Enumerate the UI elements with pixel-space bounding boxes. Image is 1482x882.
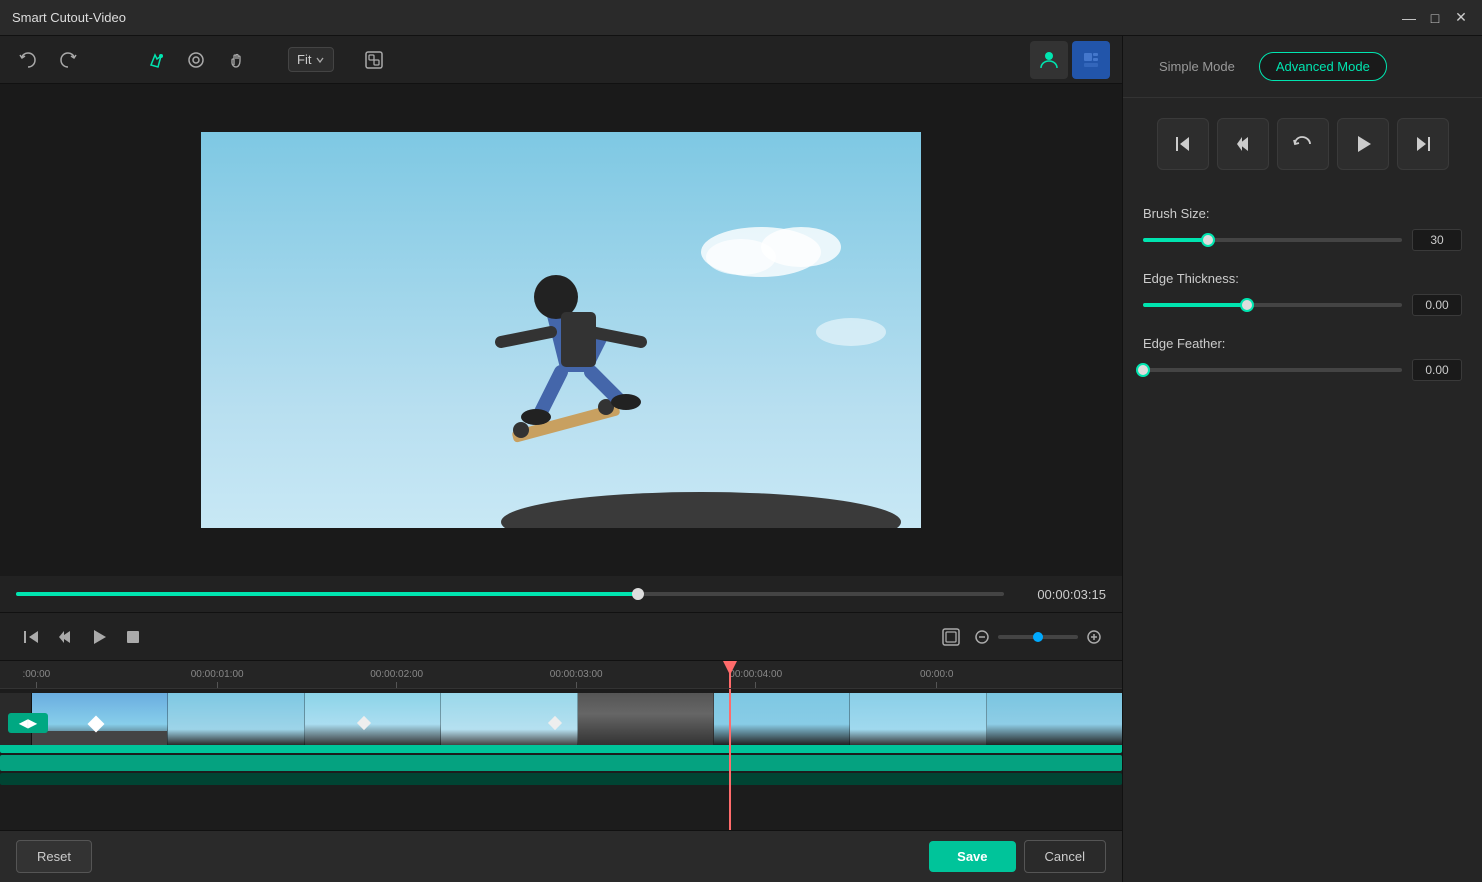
stop-button[interactable] (118, 622, 148, 652)
app-title: Smart Cutout-Video (12, 10, 1400, 25)
nav-last-button[interactable] (1397, 118, 1449, 170)
ruler-playhead (729, 661, 731, 688)
edge-feather-slider[interactable] (1143, 368, 1402, 372)
nav-prev-button[interactable] (1217, 118, 1269, 170)
right-panel: Simple Mode Advanced Mode (1122, 36, 1482, 882)
playback-nav (1123, 98, 1482, 190)
mode-selector: Simple Mode Advanced Mode (1123, 36, 1482, 98)
progress-handle[interactable] (632, 588, 644, 600)
video-track: ◀▶ (0, 693, 1122, 753)
ruler-mark-0: :00:00 (22, 669, 50, 688)
nav-play-button[interactable] (1337, 118, 1389, 170)
fit-view-button[interactable] (936, 622, 966, 652)
person-mode-button[interactable] (1030, 41, 1068, 79)
minimize-button[interactable]: — (1400, 9, 1418, 27)
zoom-in-button[interactable] (1082, 625, 1106, 649)
brush-size-control: Brush Size: (1143, 206, 1462, 251)
nav-first-button[interactable] (1157, 118, 1209, 170)
edge-thickness-label: Edge Thickness: (1143, 271, 1462, 286)
zoom-handle[interactable] (1033, 632, 1043, 642)
redo-button[interactable] (52, 44, 84, 76)
playhead-arrow (723, 661, 737, 675)
brush-size-handle[interactable] (1201, 233, 1215, 247)
track-left-handle[interactable]: ◀▶ (8, 713, 48, 733)
progress-area: 00:00:03:15 (0, 576, 1122, 612)
track-progress-bar (0, 745, 1122, 753)
title-bar: Smart Cutout-Video — □ ✕ (0, 0, 1482, 36)
compare-button[interactable] (358, 44, 390, 76)
toolbar: Fit (0, 36, 1122, 84)
edge-thickness-slider-row (1143, 294, 1462, 316)
main-container: Fit (0, 36, 1482, 882)
thumbnail-strip (0, 693, 1122, 745)
video-frame (201, 132, 921, 528)
ruler-mark-3: 00:00:03:00 (550, 669, 603, 688)
progress-fill (16, 592, 638, 596)
brush-size-value[interactable] (1412, 229, 1462, 251)
ruler-mark-1: 00:00:01:00 (191, 669, 244, 688)
brush-size-slider[interactable] (1143, 238, 1402, 242)
maximize-button[interactable]: □ (1426, 9, 1444, 27)
erase-tool-button[interactable] (180, 44, 212, 76)
step-back-button[interactable] (50, 622, 80, 652)
edge-thickness-slider[interactable] (1143, 303, 1402, 307)
edge-feather-control: Edge Feather: (1143, 336, 1462, 381)
controls-section: Brush Size: Edge Thickness: (1123, 190, 1482, 882)
undo-button[interactable] (12, 44, 44, 76)
draw-tool-button[interactable] (140, 44, 172, 76)
edge-thickness-fill (1143, 303, 1247, 307)
reset-button[interactable]: Reset (16, 840, 92, 873)
playback-controls (0, 612, 1122, 660)
edge-feather-label: Edge Feather: (1143, 336, 1462, 351)
ruler-mark-5: 00:00:0 (920, 669, 953, 688)
thumbnails-container (32, 693, 1122, 745)
simple-mode-button[interactable]: Simple Mode (1143, 53, 1251, 80)
thumb-6 (714, 693, 850, 745)
edge-feather-slider-row (1143, 359, 1462, 381)
timeline-ruler[interactable]: :00:00 00:00:01:00 00:00:02:00 00:00:03:… (0, 661, 1122, 689)
edge-thickness-control: Edge Thickness: (1143, 271, 1462, 316)
time-display: 00:00:03:15 (1016, 587, 1106, 602)
bottom-bar: Reset Save Cancel (0, 830, 1122, 882)
zoom-slider[interactable] (998, 635, 1078, 639)
video-area: Fit (0, 36, 1122, 882)
thumb-2 (168, 693, 304, 745)
cancel-button[interactable]: Cancel (1024, 840, 1106, 873)
edge-thickness-handle[interactable] (1240, 298, 1254, 312)
edge-thickness-value[interactable] (1412, 294, 1462, 316)
timeline-tracks[interactable]: ◀▶ (0, 689, 1122, 830)
mode-icons (1030, 41, 1110, 79)
secondary-track (0, 755, 1122, 771)
track-playhead (729, 689, 731, 830)
save-button[interactable]: Save (929, 841, 1015, 872)
thumb-7 (850, 693, 986, 745)
nav-reverse-button[interactable] (1277, 118, 1329, 170)
bg-mode-button[interactable] (1072, 41, 1110, 79)
tertiary-track (0, 773, 1122, 785)
edge-feather-handle[interactable] (1136, 363, 1150, 377)
thumb-8 (987, 693, 1122, 745)
window-controls: — □ ✕ (1400, 9, 1470, 27)
brush-size-fill (1143, 238, 1208, 242)
hand-tool-button[interactable] (220, 44, 252, 76)
fit-zoom-selector[interactable]: Fit (288, 47, 334, 72)
zoom-controls (970, 625, 1106, 649)
timeline-area: :00:00 00:00:01:00 00:00:02:00 00:00:03:… (0, 660, 1122, 830)
thumb-5 (578, 693, 714, 745)
edge-feather-value[interactable] (1412, 359, 1462, 381)
zoom-out-button[interactable] (970, 625, 994, 649)
ruler-marks: :00:00 00:00:01:00 00:00:02:00 00:00:03:… (0, 661, 1122, 688)
fit-label: Fit (297, 52, 311, 67)
ruler-mark-2: 00:00:02:00 (370, 669, 423, 688)
skip-to-start-button[interactable] (16, 622, 46, 652)
brush-size-slider-row (1143, 229, 1462, 251)
brush-size-label: Brush Size: (1143, 206, 1462, 221)
thumb-3 (305, 693, 441, 745)
progress-bar[interactable] (16, 592, 1004, 596)
play-button[interactable] (84, 622, 114, 652)
video-canvas (0, 84, 1122, 576)
advanced-mode-button[interactable]: Advanced Mode (1259, 52, 1387, 81)
close-button[interactable]: ✕ (1452, 9, 1470, 27)
